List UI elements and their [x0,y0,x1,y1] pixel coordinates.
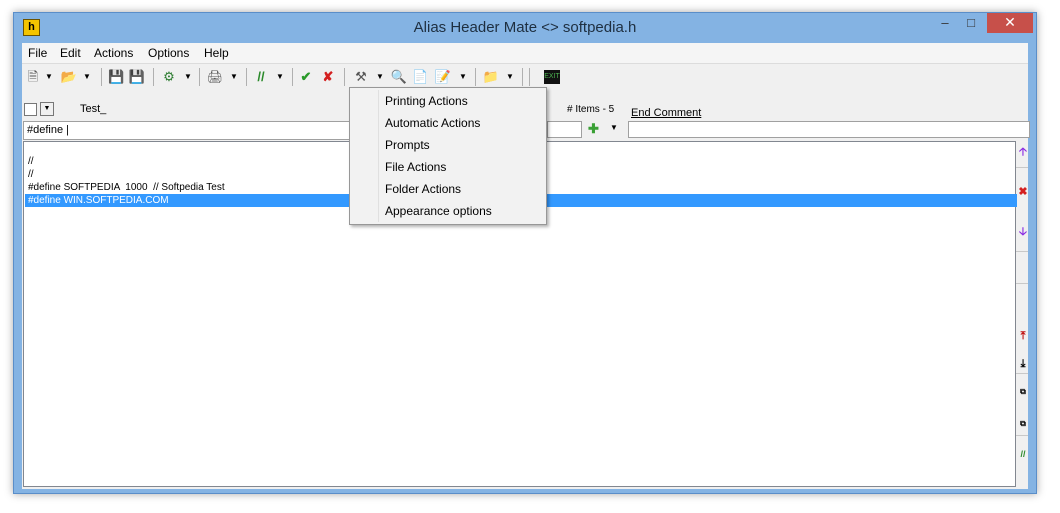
side-separator [1016,435,1028,436]
side-toolbar: 🡡 ✖ 🡣 ⤒ ⤓ ⧉ ⧉ // [1016,141,1028,485]
side-separator [1016,251,1028,252]
add-dropdown-icon[interactable]: ▼ [610,123,618,132]
tools-icon[interactable]: ⚒ [352,68,370,86]
move-top-icon[interactable]: ⤒ [1017,329,1029,343]
add-icon[interactable]: ✚ [588,121,599,137]
move-bottom-icon[interactable]: ⤓ [1017,357,1029,371]
items-count: # Items - 5 [567,104,615,115]
minimize-button[interactable]: – [932,13,958,33]
define-input[interactable] [23,121,359,140]
folder-binoculars-icon[interactable]: 📁 [482,68,500,86]
reject-icon[interactable]: ✘ [320,68,336,86]
menu-file[interactable]: File [28,46,47,60]
arrow-up-icon[interactable]: 🡡 [1017,145,1029,159]
properties-dropdown-icon[interactable]: ▼ [459,68,467,86]
toolbar-separator [529,68,530,86]
toolbar-separator [246,68,247,86]
new-file-dropdown-icon[interactable]: ▼ [45,68,53,86]
arrow-down-icon[interactable]: 🡣 [1017,225,1029,239]
test-label: Test_ [80,103,107,115]
properties-icon[interactable]: 📝 [434,68,452,86]
window-title: Alias Header Mate <> softpedia.h [413,19,637,36]
menu-edit[interactable]: Edit [60,46,81,60]
binoculars-icon[interactable]: 🔍 [390,68,408,86]
delete-icon[interactable]: ✖ [1017,185,1029,199]
side-separator [1016,167,1028,168]
toolbar-separator [344,68,345,86]
copy-icon[interactable]: ⧉ [1017,385,1029,399]
comment-icon[interactable]: // [254,68,268,86]
editor-line[interactable]: // [28,155,34,168]
close-button[interactable]: ✕ [987,13,1033,33]
tools-dropdown-icon[interactable]: ▼ [376,68,384,86]
menu-item-printing-actions[interactable]: Printing Actions [352,90,544,112]
tools-context-menu: Printing Actions Automatic Actions Promp… [349,87,547,225]
comment-icon[interactable]: // [1017,447,1029,461]
side-separator [1016,283,1028,284]
editor-line[interactable]: #define SOFTPEDIA 1000 // Softpedia Test [28,181,225,194]
accept-icon[interactable]: ✔ [298,68,314,86]
exit-icon[interactable]: EXIT [544,70,560,84]
toolbar-separator [101,68,102,86]
toolbar-separator [199,68,200,86]
menu-item-automatic-actions[interactable]: Automatic Actions [352,112,544,134]
menu-item-folder-actions[interactable]: Folder Actions [352,178,544,200]
menu-options[interactable]: Options [148,46,189,60]
toolbar-separator [522,68,523,86]
menu-bar: File Edit Actions Options Help [22,43,1028,63]
define-input-right[interactable] [547,121,582,138]
title-bar[interactable]: h Alias Header Mate <> softpedia.h – □ ✕ [14,13,1036,43]
paste-icon[interactable]: ⧉ [1017,417,1029,431]
toolbar-separator [153,68,154,86]
save-icon[interactable]: 💾 [108,68,124,86]
save-all-icon[interactable]: 💾 [128,68,146,86]
folder-dropdown-icon[interactable]: ▼ [506,68,514,86]
main-window: h Alias Header Mate <> softpedia.h – □ ✕… [13,12,1037,494]
side-separator [1016,373,1028,374]
comment-dropdown-icon[interactable]: ▼ [276,68,284,86]
toolbar: 🗎 ▼ 📂 ▼ 💾 💾 ⚙ ▼ 🖨 ▼ // ▼ ✔ ✘ ⚒ ▼ 🔍 📄 📝 ▼… [22,63,1028,90]
menu-item-appearance-options[interactable]: Appearance options [352,200,544,222]
maximize-button[interactable]: □ [958,13,984,33]
find-in-files-icon[interactable]: ⚙ [160,68,178,86]
menu-item-file-actions[interactable]: File Actions [352,156,544,178]
end-comment-link[interactable]: End Comment [631,107,701,119]
print-dropdown-icon[interactable]: ▼ [230,68,238,86]
end-comment-input[interactable] [628,121,1030,138]
new-file-icon[interactable]: 🗎 [25,68,41,86]
open-folder-icon[interactable]: 📂 [60,68,78,86]
open-dropdown-icon[interactable]: ▼ [83,68,91,86]
menu-item-prompts[interactable]: Prompts [352,134,544,156]
menu-help[interactable]: Help [204,46,229,60]
toolbar-separator [475,68,476,86]
toolbar-separator [292,68,293,86]
editor-line[interactable]: // [28,168,34,181]
find-dropdown-icon[interactable]: ▼ [184,68,192,86]
menu-actions[interactable]: Actions [94,46,133,60]
option-checkbox[interactable] [24,103,37,116]
chevron-down-icon[interactable]: ▼ [40,102,54,116]
document-icon[interactable]: 📄 [412,68,428,86]
print-icon[interactable]: 🖨 [206,68,224,86]
